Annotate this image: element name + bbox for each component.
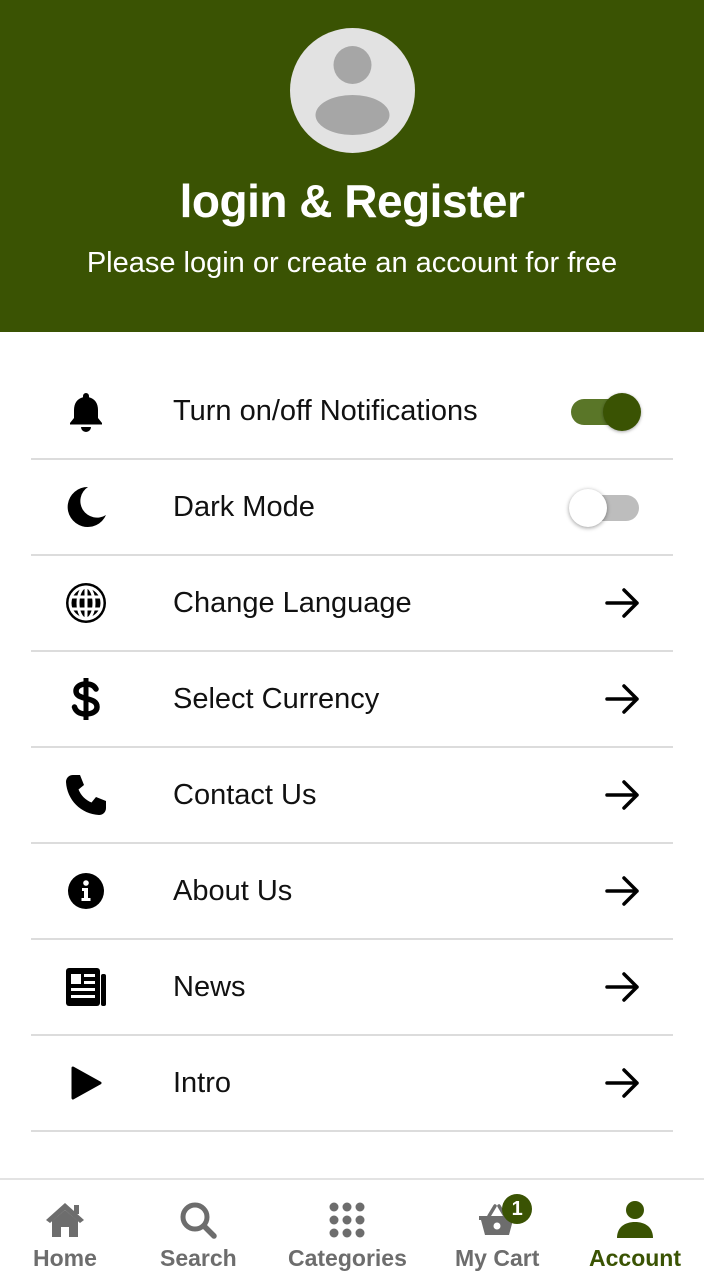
login-register-subtitle: Please login or create an account for fr… (86, 247, 618, 279)
toggle-knob (603, 393, 641, 431)
arrow-right-icon (605, 780, 641, 810)
menu-item-label: Dark Mode (173, 490, 315, 523)
menu-item-label: About Us (173, 874, 293, 907)
arrow-right-icon (605, 972, 641, 1002)
bottom-navigation: Home Search Categories 1 My Cart Account (0, 1178, 704, 1280)
home-icon (43, 1198, 87, 1242)
arrow-right-icon (605, 684, 641, 714)
bell-icon (64, 389, 108, 433)
arrow-right-icon (605, 876, 641, 906)
basket-icon: 1 (475, 1194, 533, 1242)
phone-icon (64, 773, 108, 817)
menu-item-label: Select Currency (173, 682, 380, 715)
nav-categories[interactable]: Categories (288, 1198, 407, 1272)
login-register-title[interactable]: login & Register (180, 175, 525, 227)
menu-item-about-us[interactable]: About Us (31, 844, 673, 940)
menu-item-contact-us[interactable]: Contact Us (31, 748, 673, 844)
menu-item-label: Change Language (173, 586, 412, 619)
nav-search[interactable]: Search (160, 1198, 237, 1272)
search-icon (176, 1198, 220, 1242)
profile-header: login & Register Please login or create … (0, 0, 704, 332)
menu-item-label: Turn on/off Notifications (173, 394, 478, 427)
nav-my-cart[interactable]: 1 My Cart (455, 1194, 540, 1272)
arrow-right-icon (605, 588, 641, 618)
nav-label: Search (160, 1245, 237, 1271)
toggle-knob (569, 489, 607, 527)
nav-label: Categories (288, 1245, 407, 1271)
menu-item-intro[interactable]: Intro (31, 1036, 673, 1132)
arrow-right-icon (605, 1068, 641, 1098)
menu-item-label: Contact Us (173, 778, 317, 811)
menu-item-label: Intro (173, 1066, 232, 1099)
play-icon (64, 1061, 108, 1105)
avatar[interactable] (289, 28, 415, 153)
menu-item-dark-mode[interactable]: Dark Mode (31, 460, 673, 556)
notifications-toggle[interactable] (569, 391, 641, 431)
nav-home[interactable]: Home (33, 1198, 97, 1272)
dollar-icon (64, 677, 108, 721)
dark-mode-toggle[interactable] (569, 487, 641, 527)
settings-menu: Turn on/off Notifications Dark Mode Chan… (31, 364, 673, 1132)
cart-count-badge: 1 (502, 1194, 533, 1224)
moon-icon (64, 485, 108, 529)
person-placeholder-icon (315, 46, 389, 135)
nav-account[interactable]: Account (589, 1198, 681, 1272)
nav-label: Account (589, 1245, 681, 1271)
nav-label: My Cart (455, 1245, 540, 1271)
menu-item-label: News (173, 970, 246, 1003)
menu-item-select-currency[interactable]: Select Currency (31, 652, 673, 748)
info-icon (64, 869, 108, 913)
menu-item-news[interactable]: News (31, 940, 673, 1036)
person-icon (613, 1198, 657, 1242)
menu-item-notifications[interactable]: Turn on/off Notifications (31, 364, 673, 460)
grid-icon (325, 1198, 369, 1242)
globe-icon (64, 581, 108, 625)
newspaper-icon (64, 965, 108, 1009)
menu-item-change-language[interactable]: Change Language (31, 556, 673, 652)
nav-label: Home (33, 1245, 97, 1271)
